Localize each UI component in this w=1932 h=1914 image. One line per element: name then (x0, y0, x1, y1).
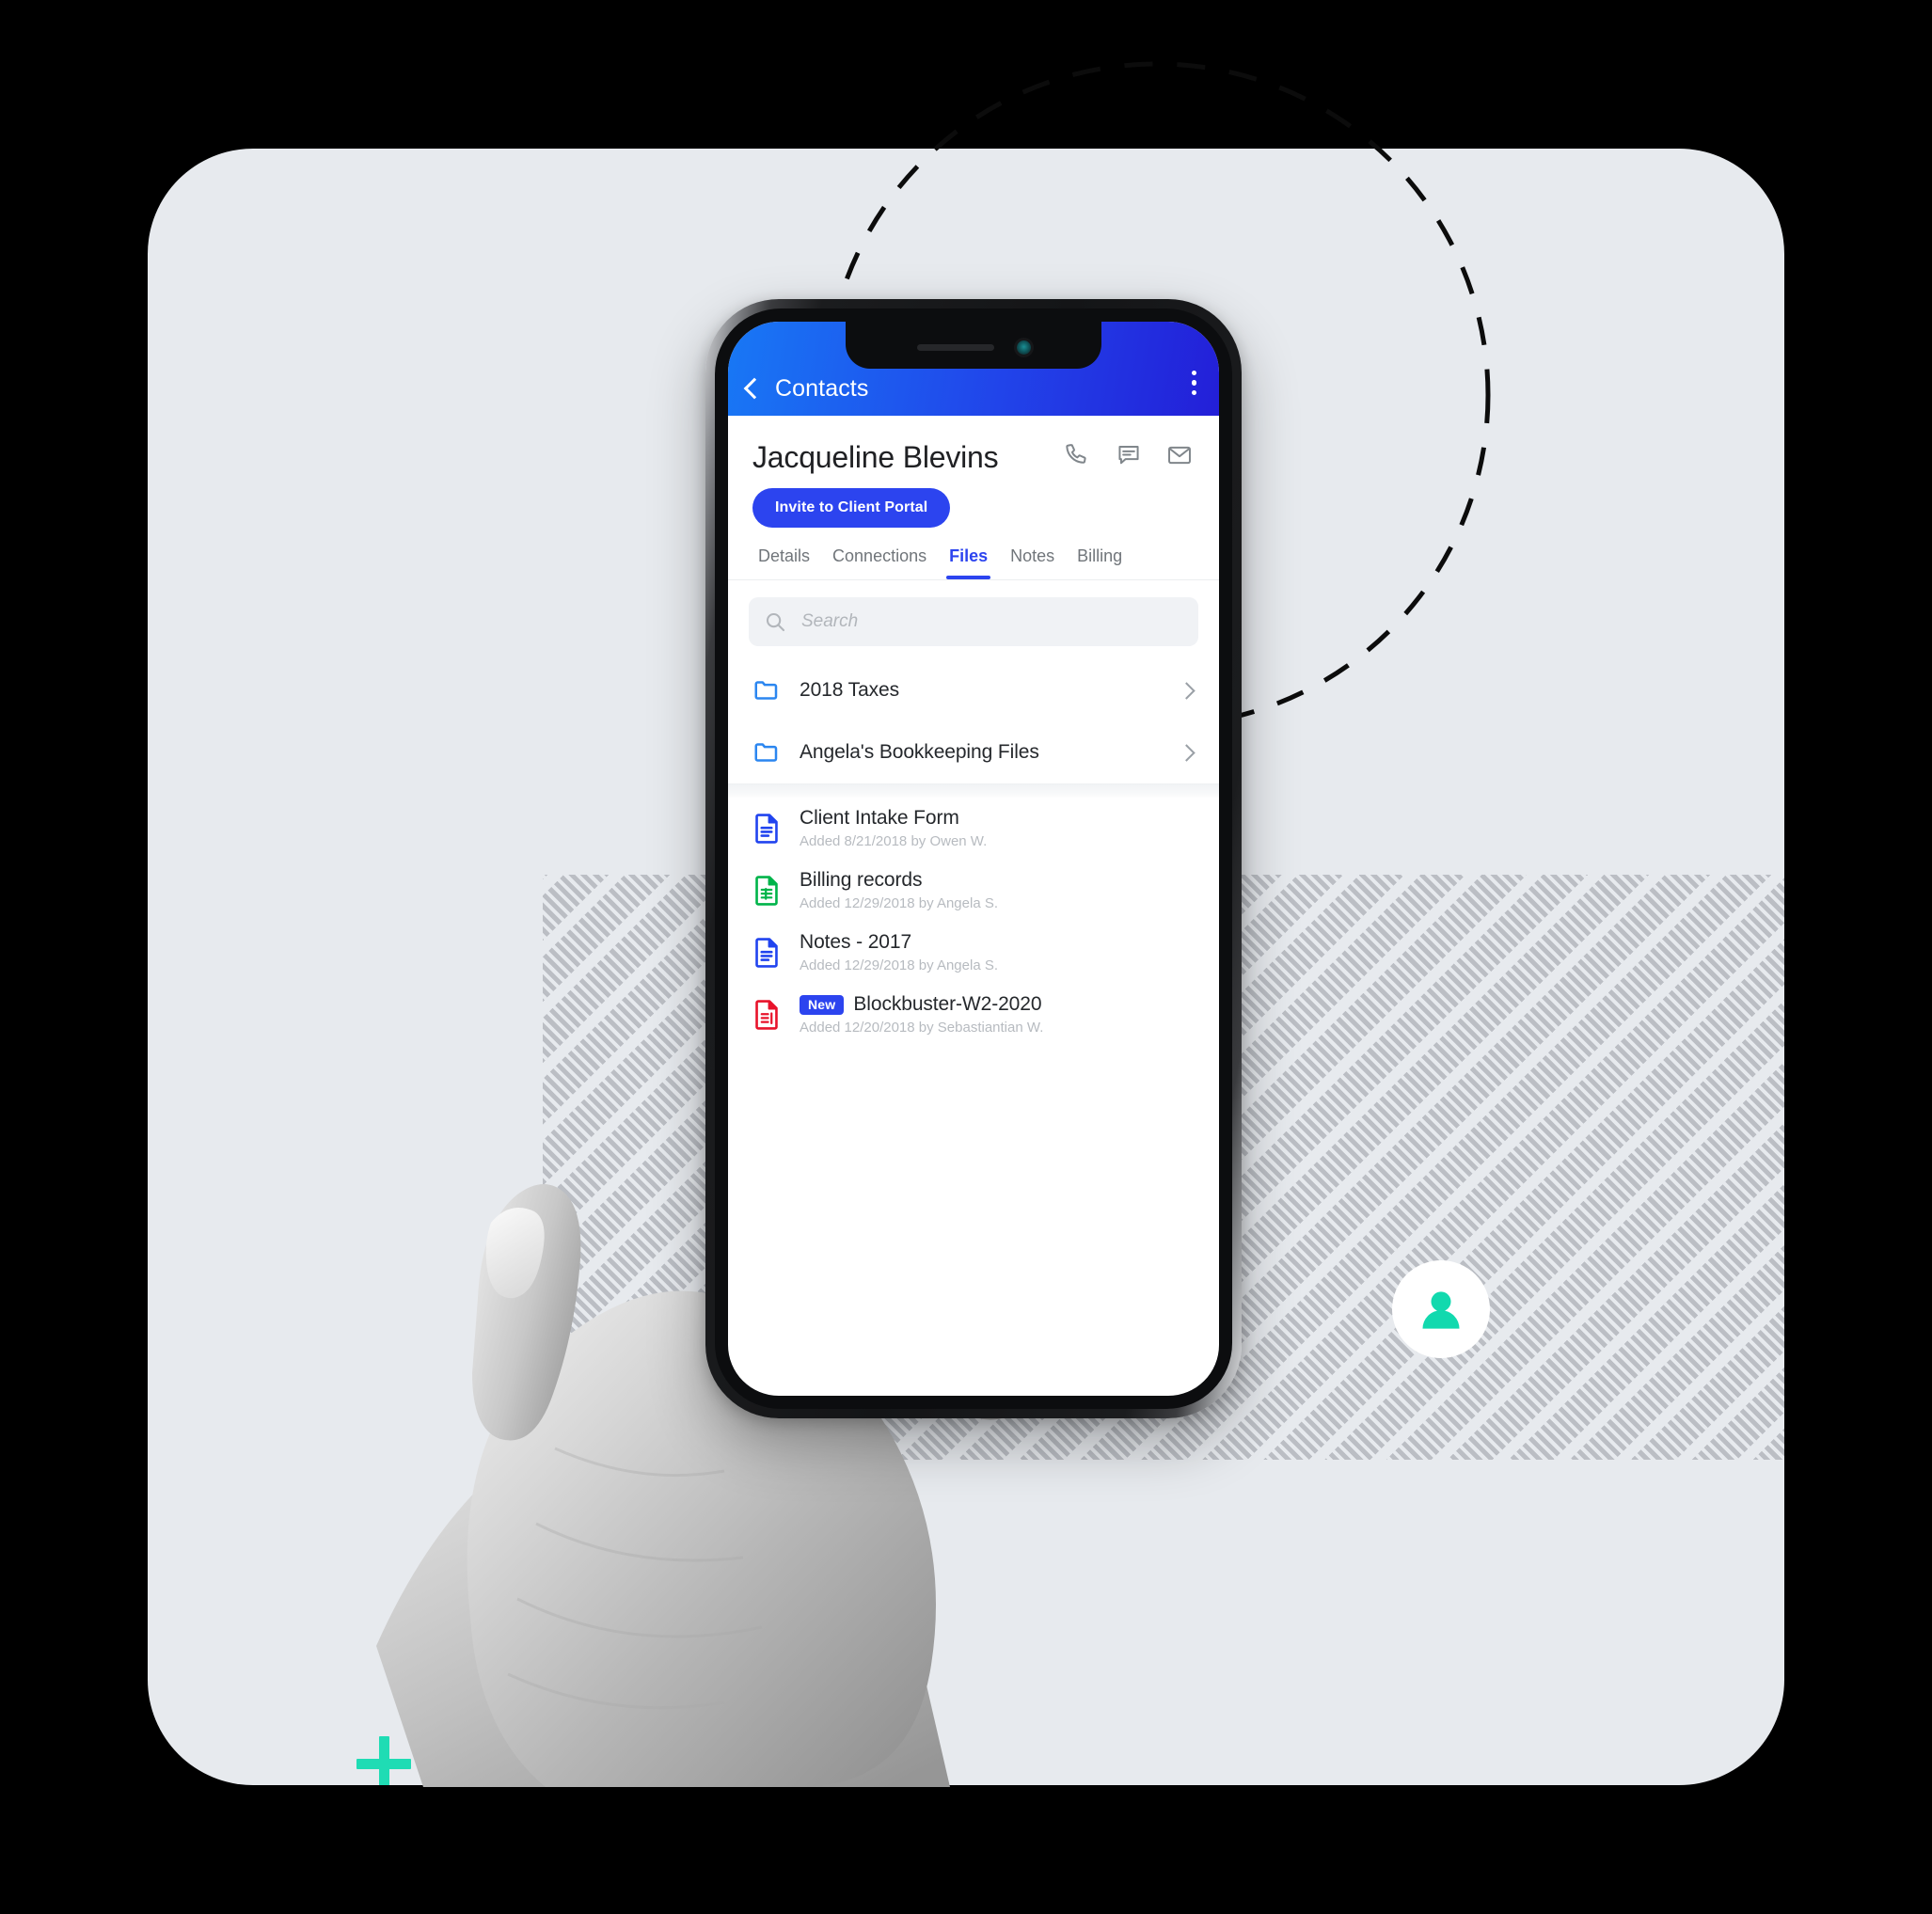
phone-device: Contacts Jacqueline Blevins Invite to Cl… (705, 299, 1242, 1418)
folder-list: 2018 Taxes Angela's Bookkeeping Files (728, 659, 1219, 783)
folder-row[interactable]: 2018 Taxes (728, 659, 1219, 721)
sheet-file-icon (752, 875, 781, 907)
folder-icon (752, 676, 781, 704)
back-nav[interactable]: Contacts (743, 375, 869, 403)
search-section (728, 580, 1219, 659)
folder-label: 2018 Taxes (800, 679, 900, 701)
contact-header: Jacqueline Blevins Invite to Client Port… (728, 416, 1219, 528)
plus-mark-2 (432, 1736, 486, 1785)
search-icon (764, 610, 786, 633)
file-text: New Blockbuster-W2-2020 Added 12/20/2018… (800, 993, 1198, 1036)
plus-mark-1 (356, 1736, 411, 1785)
kebab-dot (1191, 380, 1196, 386)
tab-files[interactable]: Files (938, 546, 999, 579)
search-input[interactable] (800, 610, 1183, 633)
contact-actions (1065, 442, 1195, 473)
folder-row[interactable]: Angela's Bookkeeping Files (728, 721, 1219, 783)
file-text: Billing records Added 12/29/2018 by Ange… (800, 869, 1198, 911)
mail-icon[interactable] (1166, 442, 1193, 473)
file-title: Client Intake Form (800, 807, 959, 830)
search-box[interactable] (749, 597, 1198, 646)
tab-billing[interactable]: Billing (1066, 546, 1133, 579)
phone-icon[interactable] (1065, 442, 1091, 473)
list-divider (728, 783, 1219, 798)
file-row[interactable]: Billing records Added 12/29/2018 by Ange… (728, 860, 1219, 922)
file-row[interactable]: New Blockbuster-W2-2020 Added 12/20/2018… (728, 984, 1219, 1046)
file-list: Client Intake Form Added 8/21/2018 by Ow… (728, 798, 1219, 1046)
plus-mark-3 (507, 1736, 562, 1785)
tab-connections[interactable]: Connections (821, 546, 938, 579)
file-subtitle: Added 12/20/2018 by Sebastiantian W. (800, 1020, 1044, 1036)
app-bar-title: Contacts (775, 375, 869, 402)
chevron-left-icon[interactable] (743, 377, 766, 400)
phone-screen: Contacts Jacqueline Blevins Invite to Cl… (728, 322, 1219, 1396)
file-subtitle: Added 12/29/2018 by Angela S. (800, 957, 999, 974)
file-title-with-badge: New Blockbuster-W2-2020 (800, 993, 1198, 1016)
earpiece-speaker (916, 343, 994, 351)
file-subtitle: Added 12/29/2018 by Angela S. (800, 895, 999, 912)
person-avatar-icon (1392, 1260, 1490, 1358)
contact-tabs: Details Connections Files Notes Billing (728, 528, 1219, 580)
file-title: Billing records (800, 869, 923, 892)
file-title: Blockbuster-W2-2020 (853, 993, 1042, 1016)
file-title: Notes - 2017 (800, 931, 912, 954)
tab-details[interactable]: Details (747, 546, 821, 579)
contact-name-row: Jacqueline Blevins (752, 440, 1195, 475)
pdf-file-icon (752, 999, 781, 1031)
chat-bubble-icon[interactable] (1116, 442, 1142, 473)
chevron-right-icon[interactable] (1178, 743, 1196, 762)
doc-file-icon (752, 813, 781, 845)
invite-to-client-portal-button[interactable]: Invite to Client Portal (752, 488, 951, 528)
front-camera-icon (1016, 340, 1031, 355)
doc-file-icon (752, 937, 781, 969)
file-row[interactable]: Client Intake Form Added 8/21/2018 by Ow… (728, 798, 1219, 860)
phone-notch (846, 322, 1101, 369)
kebab-menu-icon[interactable] (1188, 365, 1201, 402)
folder-label: Angela's Bookkeeping Files (800, 741, 1039, 763)
scene-root: Contacts Jacqueline Blevins Invite to Cl… (0, 0, 1932, 1914)
plus-mark-4 (582, 1736, 637, 1785)
tab-notes[interactable]: Notes (999, 546, 1066, 579)
file-row[interactable]: Notes - 2017 Added 12/29/2018 by Angela … (728, 922, 1219, 984)
folder-icon (752, 738, 781, 767)
chevron-right-icon[interactable] (1178, 681, 1196, 700)
page-title: Jacqueline Blevins (752, 440, 999, 474)
file-text: Client Intake Form Added 8/21/2018 by Ow… (800, 807, 1198, 849)
kebab-dot (1191, 370, 1196, 375)
status-badge: New (800, 994, 845, 1015)
kebab-dot (1191, 389, 1196, 395)
file-text: Notes - 2017 Added 12/29/2018 by Angela … (800, 931, 1198, 973)
file-subtitle: Added 8/21/2018 by Owen W. (800, 833, 988, 850)
